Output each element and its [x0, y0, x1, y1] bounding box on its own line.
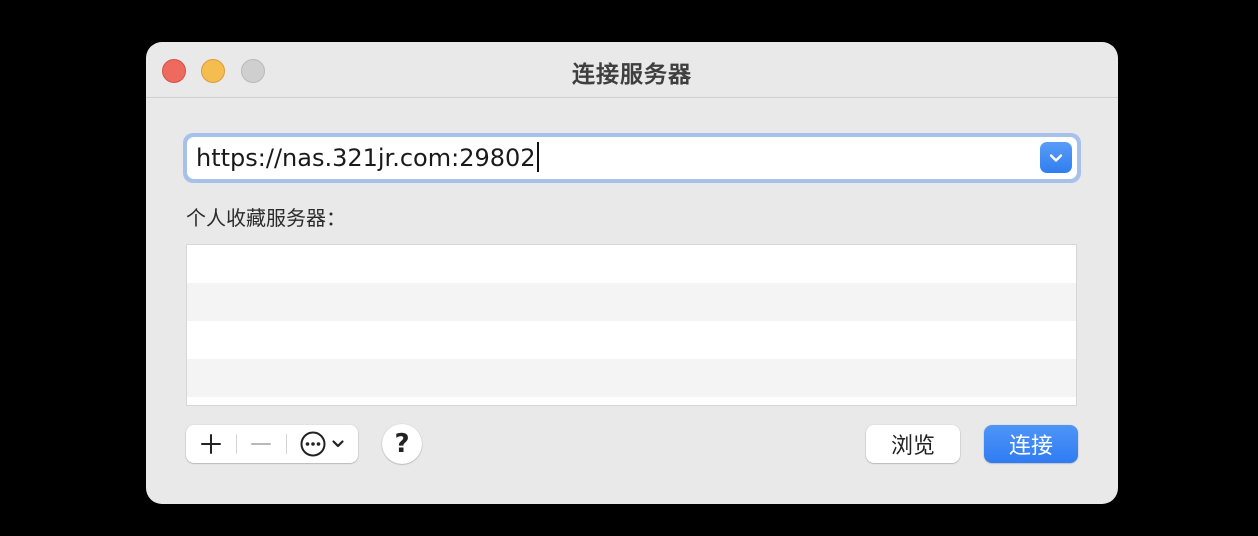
recent-servers-dropdown-button[interactable]	[1040, 142, 1072, 173]
plus-icon	[201, 434, 221, 454]
remove-favorite-button	[236, 425, 286, 463]
window-title: 连接服务器	[572, 62, 692, 88]
server-address-input[interactable]: https://nas.321jr.com:29802	[196, 142, 539, 172]
browse-button[interactable]: 浏览	[866, 425, 960, 463]
ellipsis-circle-icon	[300, 431, 326, 457]
server-address-field[interactable]: https://nas.321jr.com:29802	[187, 137, 1077, 179]
chevron-down-icon	[1049, 153, 1063, 162]
minus-icon	[251, 443, 271, 445]
text-caret	[536, 142, 539, 172]
list-row	[187, 321, 1076, 359]
list-row	[187, 397, 1076, 405]
title-bar: 连接服务器	[146, 42, 1118, 98]
connect-to-server-window: 连接服务器 https://nas.321jr.com:29802 个人收藏服务…	[146, 42, 1118, 504]
list-row	[187, 245, 1076, 283]
help-button[interactable]: ?	[382, 424, 422, 464]
list-row	[187, 359, 1076, 397]
favorite-servers-list[interactable]	[186, 244, 1077, 406]
favorites-segmented-control	[186, 425, 358, 463]
connect-button[interactable]: 连接	[984, 425, 1078, 463]
more-options-menu-button[interactable]	[286, 425, 358, 463]
add-favorite-button[interactable]	[186, 425, 236, 463]
server-address-focus-ring: https://nas.321jr.com:29802	[183, 133, 1081, 183]
chevron-down-icon	[332, 440, 344, 448]
list-row	[187, 283, 1076, 321]
favorite-servers-label: 个人收藏服务器：	[186, 206, 346, 230]
